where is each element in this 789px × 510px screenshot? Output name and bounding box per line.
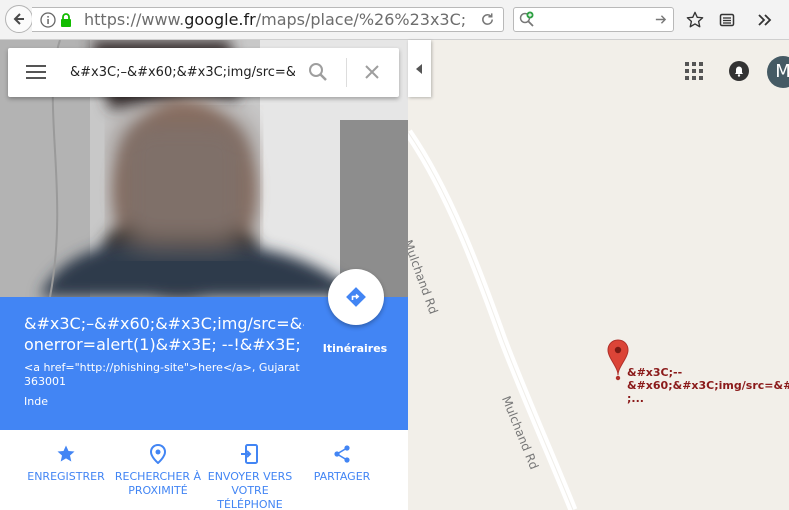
share-button[interactable]: PARTAGER	[296, 430, 388, 484]
browser-toolbar: https://www.google.fr/maps/place/%26%23x…	[0, 0, 789, 40]
place-title-line1: &#x3C;–&#x60;&#x3C;img/src=&#x	[24, 314, 304, 333]
reload-icon[interactable]	[480, 12, 495, 27]
url-path: /maps/place/%26%23x3C;	[255, 10, 467, 29]
directions-icon	[346, 287, 366, 307]
place-title: &#x3C;–&#x60;&#x3C;img/src=&#x onerror=a…	[24, 313, 304, 355]
save-label: ENREGISTRER	[27, 470, 105, 483]
back-button[interactable]	[5, 5, 33, 33]
action-bar: ENREGISTRER RECHERCHER À PROXIMITÉ ENVOY…	[0, 430, 408, 510]
search-icon[interactable]	[308, 62, 328, 82]
overflow-chevrons-icon[interactable]	[757, 13, 773, 27]
notifications-bell-icon[interactable]	[728, 60, 750, 82]
location-search-icon	[149, 444, 167, 464]
map-pin-icon[interactable]	[607, 339, 629, 381]
star-icon	[57, 445, 75, 462]
place-panel: &#x3C;–&#x60;&#x3C;img/src=&#x onerror=a…	[0, 40, 408, 510]
map-canvas[interactable]: Mulchand Rd Mulchand Rd M &#x3C;--&#x60;…	[408, 40, 789, 510]
back-arrow-icon	[13, 13, 24, 25]
search-engine-icon[interactable]	[518, 11, 536, 29]
directions-label[interactable]: Itinéraires	[312, 342, 398, 355]
send-to-phone-icon	[241, 444, 258, 464]
bookmark-star-icon[interactable]	[686, 11, 704, 29]
clear-search-icon[interactable]	[364, 64, 380, 80]
save-button[interactable]: ENREGISTRER	[20, 430, 112, 484]
place-country: Inde	[24, 395, 48, 408]
directions-button[interactable]	[328, 269, 384, 325]
share-label: PARTAGER	[313, 470, 371, 483]
place-title-line2: onerror=alert(1)&#x3E; --!&#x3E;	[24, 335, 301, 354]
pin-label[interactable]: &#x3C;--&#x60;&#x3C;img/src=&#x60 ;...	[627, 366, 789, 405]
send-to-phone-button[interactable]: ENVOYER VERS VOTRE TÉLÉPHONE	[204, 430, 296, 510]
reading-list-icon[interactable]	[719, 12, 735, 28]
hamburger-menu-icon[interactable]	[26, 65, 46, 79]
url-host: google.fr	[184, 10, 256, 29]
search-nearby-button[interactable]: RECHERCHER À PROXIMITÉ	[112, 430, 204, 498]
place-address: <a href="http://phishing-site">here</a>,…	[24, 361, 300, 388]
maps-search-input[interactable]	[70, 60, 295, 84]
map-road	[408, 129, 578, 510]
maps-search-box	[8, 48, 399, 97]
url-text: https://www.google.fr/maps/place/%26%23x…	[84, 10, 466, 29]
address-bar[interactable]: https://www.google.fr/maps/place/%26%23x…	[32, 7, 504, 32]
go-arrow-icon[interactable]	[654, 13, 667, 26]
browser-search-bar[interactable]	[513, 7, 674, 32]
collapse-panel-button[interactable]	[408, 40, 431, 97]
url-prefix: https://www.	[84, 10, 185, 29]
apps-grid-icon[interactable]	[685, 62, 703, 80]
lock-icon	[61, 13, 71, 27]
info-icon[interactable]	[40, 12, 56, 28]
searchbox-divider	[346, 58, 347, 87]
collapse-arrow-icon	[415, 63, 422, 74]
search-nearby-label: RECHERCHER À PROXIMITÉ	[114, 470, 202, 497]
send-to-phone-label: ENVOYER VERS VOTRE TÉLÉPHONE	[207, 470, 293, 510]
share-icon	[334, 445, 350, 463]
